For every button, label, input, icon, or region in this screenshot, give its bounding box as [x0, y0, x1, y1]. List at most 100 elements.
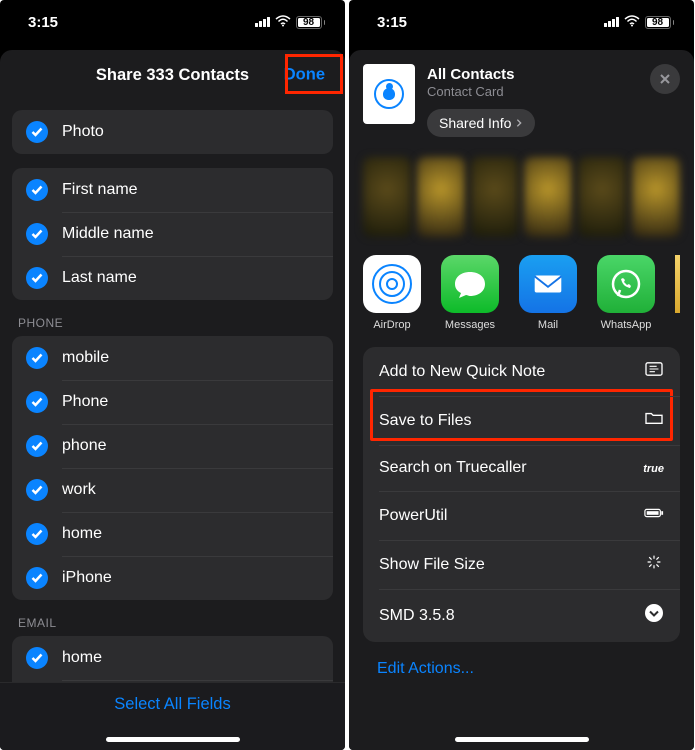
checkmark-icon [26, 267, 48, 289]
field-label: phone [62, 437, 107, 455]
field-row[interactable]: home [12, 636, 333, 680]
field-label: Phone [62, 393, 108, 411]
app-label: Mail [538, 319, 558, 331]
app-messages[interactable]: Messages [441, 255, 499, 331]
action-row-sparkle[interactable]: Show File Size [363, 540, 680, 589]
mail-icon [519, 255, 577, 313]
checkmark-icon [26, 347, 48, 369]
field-group: Photo [12, 110, 333, 154]
suggested-contacts-row[interactable] [349, 147, 694, 247]
action-label: Add to New Quick Note [379, 363, 545, 381]
field-row[interactable]: Photo [12, 110, 333, 154]
field-label: Middle name [62, 225, 154, 243]
field-group: home iCloud [12, 636, 333, 682]
home-indicator[interactable] [106, 737, 240, 742]
whatsapp-icon [597, 255, 655, 313]
checkmark-icon [26, 179, 48, 201]
field-label: work [62, 481, 96, 499]
status-time: 3:15 [377, 14, 407, 31]
contact-thumbnail [363, 64, 415, 124]
apps-row[interactable]: AirDrop Messages Mail WhatsApp [349, 247, 694, 347]
checkmark-icon [26, 391, 48, 413]
checkmark-icon [26, 479, 48, 501]
status-bar: 3:15 98 [349, 0, 694, 44]
signal-icon [604, 17, 619, 27]
field-group: First name Middle name Last name [12, 168, 333, 300]
field-label: home [62, 649, 102, 667]
checkmark-icon [26, 647, 48, 669]
actions-list: Add to New Quick Note Save to Files Search… [363, 347, 680, 642]
done-button[interactable]: Done [276, 62, 333, 89]
section-label: EMAIL [12, 600, 333, 636]
action-label: Search on Truecaller [379, 459, 527, 477]
checkmark-icon [26, 567, 48, 589]
messages-icon [441, 255, 499, 313]
partial-icon [675, 255, 680, 313]
field-label: Photo [62, 123, 104, 141]
share-title: All Contacts [427, 66, 680, 83]
wifi-icon [624, 14, 640, 31]
field-row[interactable]: First name [12, 168, 333, 212]
app-airdrop[interactable]: AirDrop [363, 255, 421, 331]
action-row-battery[interactable]: PowerUtil [363, 491, 680, 540]
select-all-button[interactable]: Select All Fields [114, 695, 230, 714]
action-row-quicknote[interactable]: Add to New Quick Note [363, 347, 680, 396]
action-label: Show File Size [379, 556, 485, 574]
close-icon [659, 73, 671, 85]
app-partial[interactable] [675, 255, 680, 331]
shared-info-chip[interactable]: Shared Info [427, 109, 535, 137]
true-icon: true [643, 459, 664, 477]
app-label: Messages [445, 319, 495, 331]
field-label: mobile [62, 349, 109, 367]
battery-icon: 98 [296, 16, 326, 29]
battery-icon [644, 505, 664, 526]
chevron-right-icon [515, 118, 523, 128]
action-row-chevdown[interactable]: SMD 3.5.8 [363, 589, 680, 642]
field-row[interactable]: iPhone [12, 556, 333, 600]
field-row[interactable]: Last name [12, 256, 333, 300]
field-row[interactable]: work [12, 468, 333, 512]
app-label: AirDrop [373, 319, 410, 331]
action-row-folder[interactable]: Save to Files [363, 396, 680, 445]
sparkle-icon [644, 554, 664, 575]
share-fields-sheet: Share 333 Contacts Done Photo First name M… [0, 50, 345, 750]
close-button[interactable] [650, 64, 680, 94]
sheet-title: Share 333 Contacts [96, 66, 249, 85]
app-label: WhatsApp [601, 319, 652, 331]
action-row-true[interactable]: Search on Truecaller true [363, 445, 680, 491]
field-row[interactable]: mobile [12, 336, 333, 380]
action-label: Save to Files [379, 412, 471, 430]
field-row[interactable]: Phone [12, 380, 333, 424]
field-label: Last name [62, 269, 137, 287]
right-phone: 3:15 98 All Contacts Contact Card Shared… [349, 0, 694, 750]
share-header: All Contacts Contact Card Shared Info [349, 50, 694, 147]
section-label: PHONE [12, 300, 333, 336]
field-label: home [62, 525, 102, 543]
status-right: 98 [255, 14, 326, 31]
airdrop-icon [363, 255, 421, 313]
field-row[interactable]: Middle name [12, 212, 333, 256]
field-row[interactable]: phone [12, 424, 333, 468]
edit-actions-button[interactable]: Edit Actions... [349, 642, 694, 696]
field-label: iPhone [62, 569, 112, 587]
checkmark-icon [26, 435, 48, 457]
field-label: First name [62, 181, 138, 199]
field-row[interactable]: iCloud [12, 680, 333, 682]
home-indicator[interactable] [455, 737, 589, 742]
status-bar: 3:15 98 [0, 0, 345, 44]
app-whatsapp[interactable]: WhatsApp [597, 255, 655, 331]
wifi-icon [275, 14, 291, 31]
field-group: mobile Phone phone work home iPhone [12, 336, 333, 600]
fields-scroll[interactable]: Photo First name Middle name Last name PHONE… [0, 100, 345, 682]
action-label: PowerUtil [379, 507, 447, 525]
checkmark-icon [26, 223, 48, 245]
field-row[interactable]: home [12, 512, 333, 556]
checkmark-icon [26, 523, 48, 545]
app-mail[interactable]: Mail [519, 255, 577, 331]
status-right: 98 [604, 14, 675, 31]
left-phone: 3:15 98 Share 333 Contacts Done Photo Fir… [0, 0, 345, 750]
quicknote-icon [644, 361, 664, 382]
contact-icon [374, 79, 404, 109]
share-sheet: All Contacts Contact Card Shared Info Ai… [349, 50, 694, 750]
chevdown-icon [644, 603, 664, 628]
